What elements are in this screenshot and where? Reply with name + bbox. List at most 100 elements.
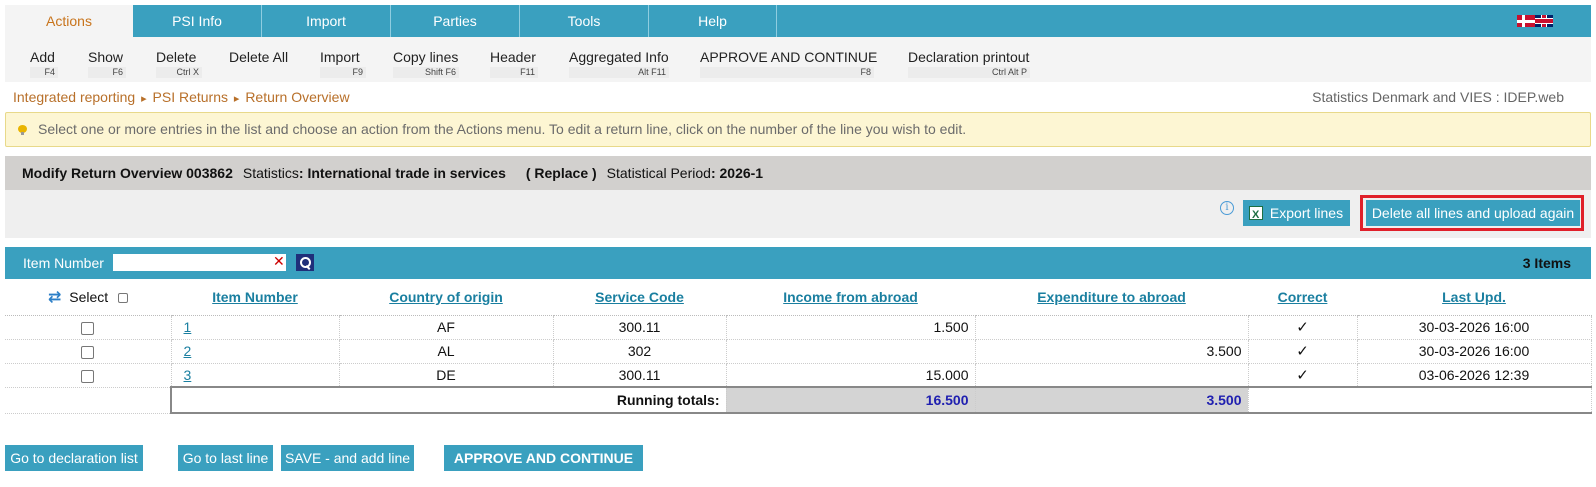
info-icon[interactable]: i [1220, 201, 1234, 215]
main-menu-bar: Actions PSI Info Import Parties Tools He… [5, 5, 1591, 37]
service-code-cell: 302 [553, 339, 727, 364]
action-delete-all[interactable]: Delete All [229, 37, 293, 82]
column-header-income-from-abroad[interactable]: Income from abroad [726, 279, 975, 316]
totals-row: Running totals: 16.500 3.500 [5, 386, 1592, 414]
item-number-link[interactable]: 2 [184, 343, 192, 359]
tab-actions[interactable]: Actions [5, 5, 133, 37]
last-updated-cell: 30-03-2026 16:00 [1357, 315, 1592, 340]
items-count: 3 Items [1522, 255, 1571, 271]
grid-toolbar [5, 190, 1591, 238]
language-selector [1517, 15, 1553, 27]
select-column-header: Select ⇄ Select [5, 279, 171, 316]
row-checkbox[interactable] [81, 345, 95, 359]
action-approve-continue[interactable]: APPROVE AND CONTINUE F8 [700, 37, 878, 82]
action-label: APPROVE AND CONTINUE [700, 49, 878, 65]
action-label: Header [490, 49, 536, 65]
action-header[interactable]: Header F11 [490, 37, 540, 82]
country-cell: AL [339, 339, 554, 364]
action-import[interactable]: Import F9 [320, 37, 368, 82]
export-lines-label: Export lines [1269, 205, 1344, 221]
select-label: Select [69, 288, 109, 305]
column-header-expenditure-to-abroad[interactable]: Expenditure to abroad [975, 279, 1248, 316]
go-to-declaration-list-button[interactable]: Go to declaration list [5, 445, 143, 471]
checkmark-icon: ✓ [1248, 363, 1358, 388]
action-declaration-printout[interactable]: Declaration printout Ctrl Alt P [908, 37, 1032, 82]
return-lines-grid: Select ⇄ Select Item Number Country of o… [5, 279, 1592, 414]
tab-psi-info[interactable]: PSI Info [133, 5, 262, 37]
column-header-correct[interactable]: Correct [1248, 279, 1357, 316]
period-label: Statistical Period [606, 165, 711, 181]
table-row: 2 AL 302 3.500 ✓ 30-03-2026 16:00 [5, 339, 1592, 364]
search-icon[interactable] [296, 254, 314, 271]
search-label: Item Number [23, 255, 104, 271]
action-shortcut: F9 [320, 67, 366, 78]
action-shortcut: Shift F6 [393, 67, 459, 78]
item-number-link[interactable]: 3 [184, 367, 192, 383]
row-select-cell [5, 339, 172, 364]
income-cell: 1.500 [726, 315, 976, 340]
return-header: Modify Return Overview 003862 Statistics:… [5, 156, 1591, 190]
action-label: Show [88, 49, 124, 65]
column-header-country-of-origin[interactable]: Country of origin [339, 279, 553, 316]
action-add[interactable]: Add F4 [30, 37, 60, 82]
action-aggregated-info[interactable]: Aggregated Info Alt F11 [569, 37, 671, 82]
info-message-text: Select one or more entries in the list a… [38, 121, 967, 137]
site-name: Statistics Denmark and VIES : IDEP.web [1312, 89, 1564, 105]
statistics-value: : International trade in services [298, 165, 506, 181]
approve-continue-button[interactable]: APPROVE AND CONTINUE [444, 445, 643, 471]
breadcrumb-return-overview[interactable]: Return Overview [245, 89, 349, 105]
swap-arrows-icon[interactable]: ⇄ [48, 289, 61, 306]
flag-denmark-icon[interactable] [1517, 15, 1535, 27]
statistics-label: Statistics [242, 165, 299, 181]
column-header-item-number[interactable]: Item Number [171, 279, 339, 316]
column-header-last-upd[interactable]: Last Upd. [1357, 279, 1591, 316]
export-lines-button[interactable]: Export lines [1243, 200, 1350, 228]
item-number-search-input[interactable] [113, 254, 286, 271]
totals-spacer [5, 387, 172, 414]
action-shortcut: F11 [490, 67, 538, 78]
table-header-row: Select ⇄ Select Item Number Country of o… [5, 279, 1591, 316]
action-show[interactable]: Show F6 [88, 37, 128, 82]
tab-import[interactable]: Import [262, 5, 391, 37]
column-header-service-code[interactable]: Service Code [553, 279, 726, 316]
income-total: 16.500 [726, 386, 976, 414]
totals-empty [1248, 386, 1592, 414]
breadcrumb-psi-returns[interactable]: PSI Returns [153, 89, 228, 105]
expenditure-cell [975, 315, 1249, 340]
breadcrumb-separator-icon: ▸ [141, 93, 147, 105]
select-all-checkbox[interactable] [118, 293, 129, 304]
expenditure-cell [975, 363, 1249, 388]
row-checkbox[interactable] [81, 369, 95, 383]
mode-badge: ( Replace ) [525, 165, 597, 181]
last-updated-cell: 30-03-2026 16:00 [1357, 339, 1592, 364]
expenditure-cell: 3.500 [975, 339, 1249, 364]
row-select-cell [5, 315, 172, 340]
item-number-link[interactable]: 1 [184, 319, 192, 335]
action-shortcut: F8 [700, 67, 874, 78]
service-code-cell: 300.11 [553, 363, 727, 388]
period-value: : 2026-1 [710, 165, 764, 181]
tab-help[interactable]: Help [649, 5, 777, 37]
flag-uk-icon[interactable] [1535, 15, 1553, 27]
info-message-box: Select one or more entries in the list a… [5, 112, 1591, 147]
go-to-last-line-button[interactable]: Go to last line [178, 445, 273, 471]
breadcrumb-integrated-reporting[interactable]: Integrated reporting [13, 89, 135, 105]
running-totals-label: Running totals: [171, 386, 727, 414]
tab-tools[interactable]: Tools [520, 5, 649, 37]
tab-parties[interactable]: Parties [391, 5, 520, 37]
action-delete[interactable]: Delete Ctrl X [156, 37, 204, 82]
delete-all-upload-button[interactable]: Delete all lines and upload again [1366, 200, 1580, 226]
search-bar: Item Number ✕ 3 Items [5, 247, 1591, 279]
item-number-cell: 3 [171, 363, 340, 388]
checkmark-icon: ✓ [1248, 315, 1358, 340]
clear-icon[interactable]: ✕ [273, 253, 285, 270]
income-cell: 15.000 [726, 363, 976, 388]
action-copy-lines[interactable]: Copy lines Shift F6 [393, 37, 461, 82]
row-checkbox[interactable] [81, 321, 95, 335]
action-label: Import [320, 49, 360, 65]
action-label: Delete All [229, 49, 289, 65]
action-shortcut: Alt F11 [569, 67, 669, 78]
last-updated-cell: 03-06-2026 12:39 [1357, 363, 1592, 388]
action-label: Aggregated Info [569, 49, 669, 65]
save-add-line-button[interactable]: SAVE - and add line [281, 445, 414, 471]
